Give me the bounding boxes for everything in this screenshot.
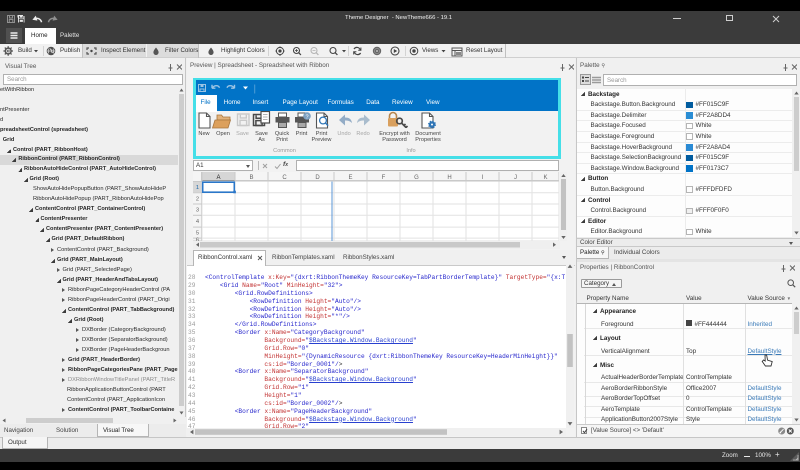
svg-text:D: D [315,175,320,181]
svg-text:B: B [249,175,253,181]
svg-text:E: E [348,175,352,181]
svg-text:6: 6 [196,237,199,240]
svg-text:C: C [282,175,287,181]
svg-text:A: A [216,175,220,181]
svg-text:3: 3 [196,207,199,213]
svg-text:H: H [447,175,451,181]
svg-text:4: 4 [196,219,200,225]
svg-text:2: 2 [196,196,199,202]
svg-text:1: 1 [196,185,199,191]
svg-text:K: K [543,175,547,181]
svg-text:5: 5 [196,230,199,236]
svg-text:I: I [482,175,484,181]
svg-text:?: ? [305,114,308,120]
svg-text:F: F [382,175,386,181]
svg-text:J: J [514,175,517,181]
svg-text:G: G [414,175,419,181]
